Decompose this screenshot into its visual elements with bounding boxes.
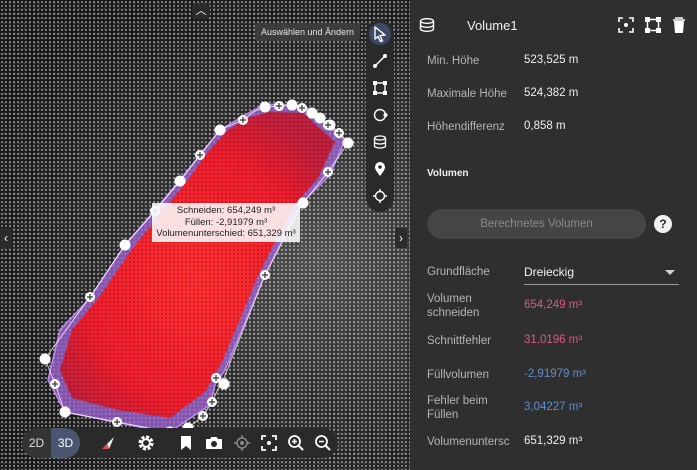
help-icon[interactable]: ? xyxy=(654,215,672,233)
tool-area-measure[interactable] xyxy=(369,77,391,99)
base-surface-select[interactable]: Dreieckig xyxy=(524,262,679,285)
panel-right-toggle[interactable]: › xyxy=(395,228,407,248)
tool-tooltip: Auswählen und Ändern xyxy=(255,23,361,41)
bounding-box-icon[interactable] xyxy=(644,16,662,34)
volume-label-difference: Volumenunterschied: 651,329 m³ xyxy=(156,228,296,239)
zoom-in-icon[interactable] xyxy=(286,433,306,453)
settings-icon[interactable] xyxy=(136,433,156,453)
tool-select[interactable] xyxy=(369,23,391,45)
camera-icon[interactable] xyxy=(204,433,224,453)
crosshair-icon xyxy=(373,189,387,203)
info-label: Min. Höhe xyxy=(427,55,480,67)
compute-volume-button[interactable]: Berechnetes Volumen xyxy=(427,209,646,239)
result-value: 651,329 m³ xyxy=(524,435,583,447)
3d-viewport[interactable]: ︿ ‹ › Auswählen und Ändern Schneiden: 65… xyxy=(0,0,410,470)
chevron-left-icon: ‹ xyxy=(4,231,8,245)
volume-label-fill: Füllen: -2,91979 m³ xyxy=(184,216,268,228)
result-value: -2,91979 m³ xyxy=(524,368,587,380)
tool-point[interactable] xyxy=(369,185,391,207)
properties-panel: Volume1 Min. Höhe 523,525 m Maximale Höh… xyxy=(410,0,697,470)
marker-pin-icon xyxy=(375,162,385,176)
dimension-toggle: 2D 3D xyxy=(22,428,80,458)
volume-icon xyxy=(419,18,435,32)
tool-circle-measure[interactable] xyxy=(369,104,391,126)
bookmark-icon[interactable] xyxy=(176,433,196,453)
result-label: Schnittfehler xyxy=(427,335,491,347)
panel-title: Volume1 xyxy=(467,18,518,33)
fit-view-icon[interactable] xyxy=(259,433,279,453)
panel-left-toggle[interactable]: ‹ xyxy=(0,228,12,248)
volume-icon xyxy=(373,135,387,149)
result-label: Füllvolumen xyxy=(427,369,489,381)
result-value: 3,04227 m³ xyxy=(524,401,583,413)
panel-header: Volume1 xyxy=(410,0,697,50)
result-value: 654,249 m³ xyxy=(524,299,583,311)
tool-volume[interactable] xyxy=(369,131,391,153)
tool-marker[interactable] xyxy=(369,158,391,180)
base-surface-label: Grundfläche xyxy=(427,266,490,278)
result-label: Volumen schneiden xyxy=(427,293,480,319)
measure-toolbar xyxy=(366,20,394,212)
info-value: 523,525 m xyxy=(524,54,579,66)
volume-label-cut: Schneiden: 654,249 m³ xyxy=(176,205,276,216)
result-label: Fehler beim Füllen xyxy=(427,395,488,421)
section-title-volume: Volumen xyxy=(427,168,469,179)
mode-2d-button[interactable]: 2D xyxy=(22,428,51,458)
compass-icon[interactable] xyxy=(98,433,118,453)
info-value: 524,382 m xyxy=(524,87,579,99)
cursor-icon xyxy=(374,26,386,42)
collapse-top-button[interactable]: ︿ xyxy=(192,4,210,19)
area-measure-icon xyxy=(373,81,387,95)
circle-measure-icon xyxy=(373,108,388,122)
chevron-up-icon: ︿ xyxy=(195,5,207,17)
chevron-right-icon: › xyxy=(399,231,403,245)
line-measure-icon xyxy=(373,54,387,68)
bottom-toolbar: 2D 3D xyxy=(22,428,338,458)
info-label: Höhendifferenz xyxy=(427,121,505,133)
volume-label: Schneiden: 654,249 m³ Füllen: -2,91979 m… xyxy=(152,203,300,242)
zoom-out-icon[interactable] xyxy=(313,433,333,453)
caret-down-icon xyxy=(665,270,675,275)
base-surface-value: Dreieckig xyxy=(524,265,575,279)
locate-icon[interactable] xyxy=(232,433,252,453)
info-value: 0,858 m xyxy=(524,120,566,132)
result-label: Volumenuntersc xyxy=(427,436,510,448)
mode-3d-button[interactable]: 3D xyxy=(51,428,80,458)
delete-icon[interactable] xyxy=(670,16,688,34)
info-label: Maximale Höhe xyxy=(427,88,507,100)
result-value: 31,0196 m³ xyxy=(524,334,583,346)
tool-line-measure[interactable] xyxy=(369,50,391,72)
focus-icon[interactable] xyxy=(617,16,635,34)
